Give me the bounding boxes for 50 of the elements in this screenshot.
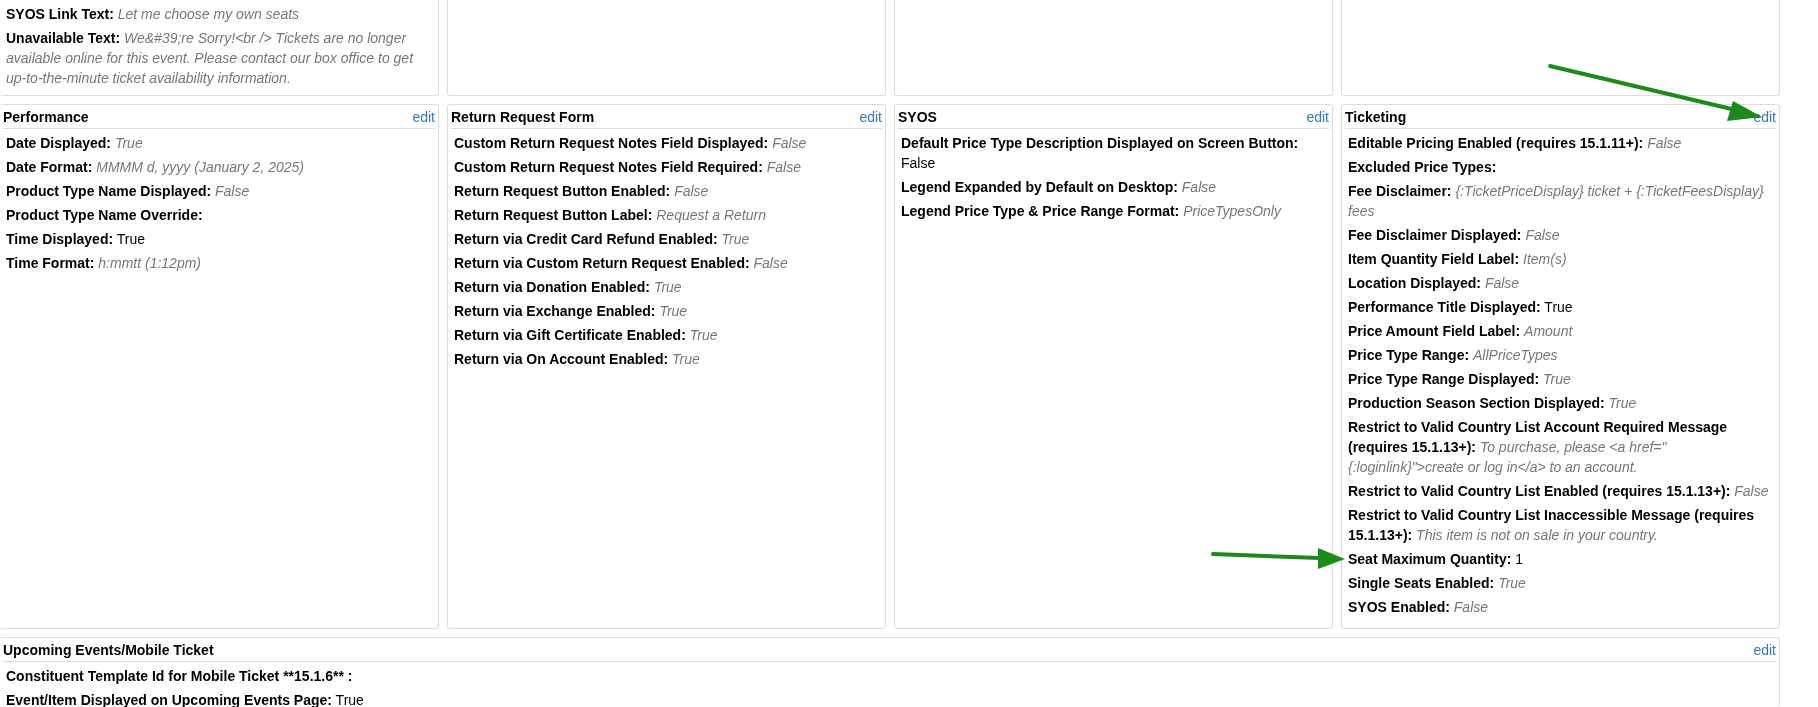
setting-row-text: Custom Return Request Notes Field Required: False	[454, 158, 802, 177]
card-title: Performance	[3, 108, 89, 125]
setting-row-text: Restrict to Valid Country List Enabled (requires 15.1.13+): False	[1348, 482, 1770, 501]
setting-row-text: Date Format: MMMM d, yyyy (January 2, 2025)	[6, 158, 305, 177]
edit-link[interactable]: edit	[859, 108, 882, 125]
setting-row-text: Custom Return Request Notes Field Displayed: False	[454, 134, 808, 153]
setting-row-text: Return via Donation Enabled: True	[454, 278, 683, 297]
setting-row-text: Seat Maximum Quantity: 1	[1348, 550, 1525, 569]
setting-row-text: Time Displayed: True	[6, 230, 147, 249]
setting-row-text: Constituent Template Id for Mobile Ticket **15.1.6** :	[6, 667, 354, 686]
setting-row-text: Location Displayed: False	[1348, 274, 1521, 293]
setting-row-text: Performance Title Displayed: True	[1348, 298, 1574, 317]
setting-row-text: Price Type Range: AllPriceTypes	[1348, 346, 1559, 365]
setting-row-text: Production Season Section Displayed: True	[1348, 394, 1638, 413]
setting-row-text: Time Format: h:mmtt (1:12pm)	[6, 254, 203, 273]
edit-link[interactable]: edit	[1306, 108, 1329, 125]
setting-row-text: Return via On Account Enabled: True	[454, 350, 701, 369]
edit-link[interactable]: edit	[412, 108, 435, 125]
setting-row-text: Excluded Price Types:	[1348, 158, 1498, 177]
setting-row-text: Product Type Name Override:	[6, 206, 204, 225]
setting-row-text: Editable Pricing Enabled (requires 15.1.11+): False	[1348, 134, 1683, 153]
setting-row-text: Price Amount Field Label: Amount	[1348, 322, 1574, 341]
setting-row-text: Date Displayed: True	[6, 134, 144, 153]
setting-row-text: Single Seats Enabled: True	[1348, 574, 1527, 593]
setting-row-text: Product Type Name Displayed: False	[6, 182, 251, 201]
setting-row-text: Event/Item Displayed on Upcoming Events Page: True	[6, 691, 365, 707]
setting-row-text: Price Type Range Displayed: True	[1348, 370, 1572, 389]
setting-row-text: Unavailable Text: We&#39;re Sorry!<br /> Tickets are no longer available online for this event. Please contact our box office to get up-to-the-minute ticket availability information.	[6, 29, 415, 88]
card-title: Upcoming Events/Mobile Ticket	[3, 641, 214, 658]
setting-row-text: SYOS Enabled: False	[1348, 598, 1490, 617]
setting-row-text: Item Quantity Field Label: Item(s)	[1348, 250, 1568, 269]
setting-row-text: SYOS Link Text: Let me choose my own seats	[6, 5, 301, 24]
card-title: Ticketing	[1345, 108, 1407, 125]
setting-row-text: Return via Gift Certificate Enabled: True	[454, 326, 719, 345]
card-title: SYOS	[898, 108, 937, 125]
setting-row-text: Legend Price Type & Price Range Format: PriceTypesOnly	[901, 202, 1283, 221]
setting-row-text: Return via Exchange Enabled: True	[454, 302, 689, 321]
setting-row-text: Restrict to Valid Country List Inaccessible Message (requires 15.1.13+): This item is not on sale in your country.	[1348, 506, 1756, 545]
edit-link[interactable]: edit	[1753, 641, 1776, 658]
card-title: Return Request Form	[451, 108, 595, 125]
setting-row-text: Return Request Button Enabled: False	[454, 182, 710, 201]
edit-link[interactable]: edit	[1753, 108, 1776, 125]
setting-row-text: Fee Disclaimer: {:TicketPriceDisplay} ticket + {:TicketFeesDisplay} fees	[1348, 182, 1765, 221]
setting-row-text: Return via Credit Card Refund Enabled: True	[454, 230, 751, 249]
setting-row-text: Default Price Type Description Displayed on Screen Button: False	[901, 134, 1300, 173]
setting-row-text: Return Request Button Label: Request a Return	[454, 206, 767, 225]
setting-row-text: Return via Custom Return Request Enabled: False	[454, 254, 789, 273]
setting-row-text: Restrict to Valid Country List Account Required Message (requires 15.1.13+): To purchase, please <a href="{:loginlink}">create or log in</a> to an account.	[1348, 418, 1729, 477]
setting-row-text: Legend Expanded by Default on Desktop: False	[901, 178, 1218, 197]
setting-row-text: Fee Disclaimer Displayed: False	[1348, 226, 1561, 245]
